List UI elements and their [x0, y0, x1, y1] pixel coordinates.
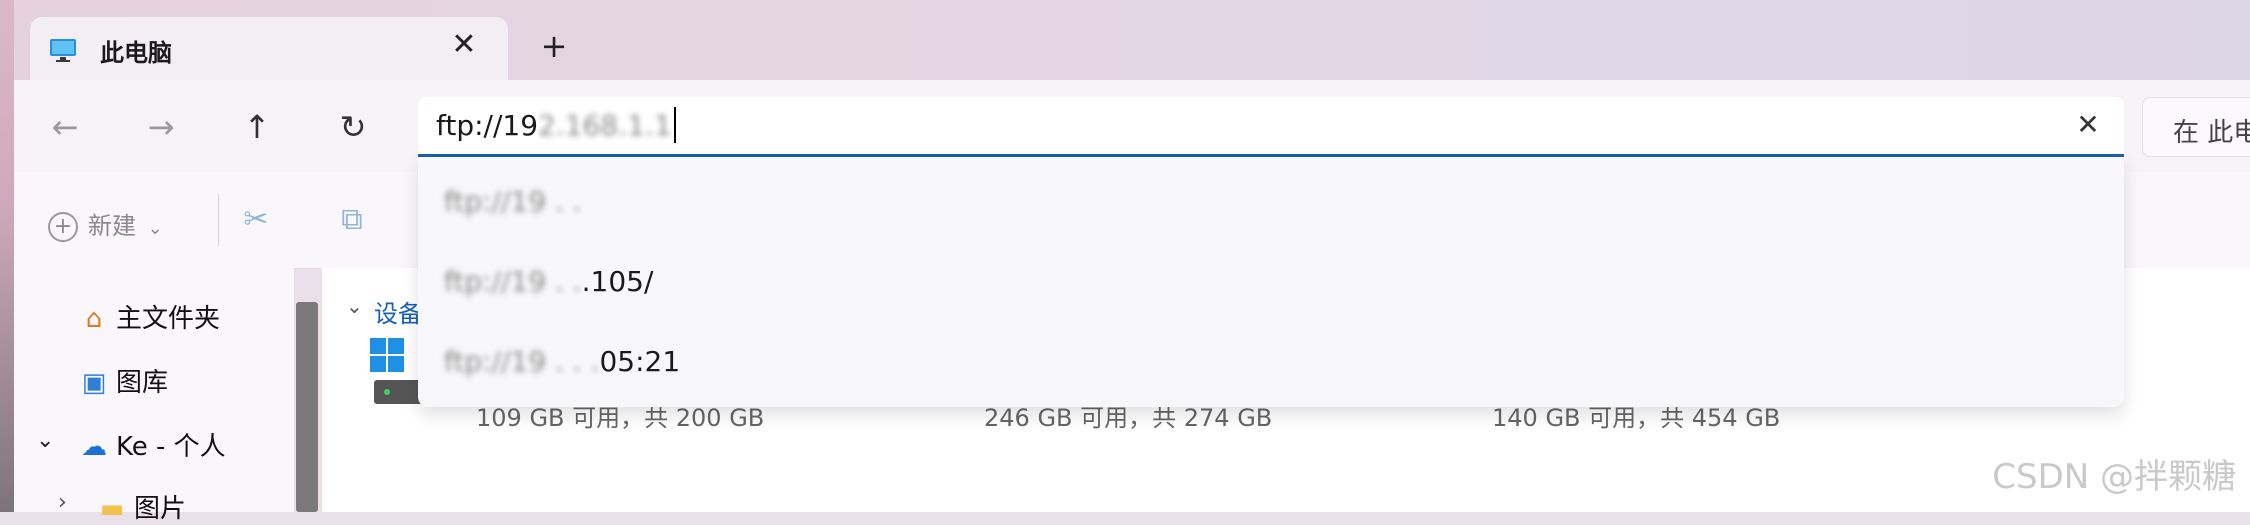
chevron-right-icon[interactable]: › — [58, 490, 67, 515]
home-icon: ⌂ — [85, 304, 103, 334]
forward-arrow-icon[interactable]: → — [136, 102, 186, 152]
folder-icon: ▬ — [99, 494, 125, 524]
suggestion-item[interactable]: ftp://19 . . — [444, 185, 582, 218]
sidebar-item-home[interactable]: ⌂ 主文件夹 — [78, 298, 220, 335]
address-bar[interactable]: ftp://192.168.1.1 ✕ — [418, 97, 2124, 157]
desktop-wallpaper-edge — [0, 0, 14, 512]
address-obscured: 2.168.1.1 — [538, 109, 672, 142]
watermark: CSDN @拌颗糖 — [1992, 457, 2236, 497]
search-placeholder: 在 此电 — [2173, 118, 2250, 148]
refresh-icon[interactable]: ↻ — [328, 102, 378, 152]
sidebar-scrollbar[interactable] — [296, 302, 318, 512]
sidebar-item-label: 图库 — [116, 368, 169, 398]
address-prefix: ftp://19 — [436, 109, 539, 142]
cut-icon[interactable]: ✂ — [236, 202, 276, 242]
onedrive-icon: ☁ — [81, 432, 107, 462]
suggestion-obscured: ftp://19 . . — [444, 185, 582, 218]
sidebar-item-label: 图片 — [134, 494, 187, 524]
text-caret — [674, 107, 676, 143]
gallery-icon: ▣ — [81, 368, 107, 398]
toolbar-separator — [218, 194, 219, 246]
suggestion-obscured: ftp://19 . . — [444, 265, 582, 298]
suggestion-visible: .105/ — [581, 265, 654, 298]
suggestion-obscured: ftp://19 . . . — [444, 345, 600, 378]
tab-title: 此电脑 — [100, 39, 172, 67]
new-tab-button[interactable]: + — [536, 28, 572, 64]
sidebar-item-onedrive[interactable]: ☁ Ke - 个人 — [78, 426, 226, 463]
windows-logo-icon — [370, 338, 404, 372]
new-label: 新建 — [88, 212, 136, 240]
close-tab-icon[interactable]: ✕ — [446, 27, 482, 63]
up-arrow-icon[interactable]: ↑ — [232, 102, 282, 152]
sidebar-item-label: Ke - 个人 — [116, 432, 226, 462]
tab-this-pc[interactable]: 此电脑 ✕ — [30, 17, 508, 80]
chevron-down-icon: ⌄ — [147, 218, 163, 239]
suggestion-item[interactable]: ftp://19 . . .05:21 — [444, 345, 680, 378]
navigation-pane: ⌂ 主文件夹 ▣ 图库 ⌄ ☁ Ke - 个人 › ▬ 图片 — [14, 268, 294, 524]
copy-icon[interactable]: ⧉ — [332, 202, 372, 242]
clear-address-icon[interactable]: ✕ — [2070, 107, 2106, 143]
sidebar-item-gallery[interactable]: ▣ 图库 — [78, 362, 168, 399]
plus-circle-icon: + — [48, 212, 78, 242]
monitor-icon — [50, 39, 76, 62]
sidebar-item-label: 主文件夹 — [116, 304, 221, 334]
devices-section-header[interactable]: 设备 — [374, 294, 422, 329]
chevron-down-icon[interactable]: ⌄ — [346, 294, 363, 318]
chevron-down-icon[interactable]: ⌄ — [36, 428, 54, 453]
new-button[interactable]: + 新建 ⌄ — [48, 206, 163, 242]
address-suggestions-dropdown: ftp://19 . . ftp://19 . ..105/ ftp://19 … — [418, 157, 2124, 407]
suggestion-item[interactable]: ftp://19 . ..105/ — [444, 265, 653, 298]
suggestion-visible: 05:21 — [599, 345, 681, 378]
back-arrow-icon[interactable]: ← — [40, 102, 90, 152]
search-box[interactable]: 在 此电 — [2142, 97, 2250, 157]
address-input[interactable]: ftp://192.168.1.1 — [436, 109, 672, 142]
sidebar-item-pictures[interactable]: ▬ 图片 — [96, 488, 186, 525]
